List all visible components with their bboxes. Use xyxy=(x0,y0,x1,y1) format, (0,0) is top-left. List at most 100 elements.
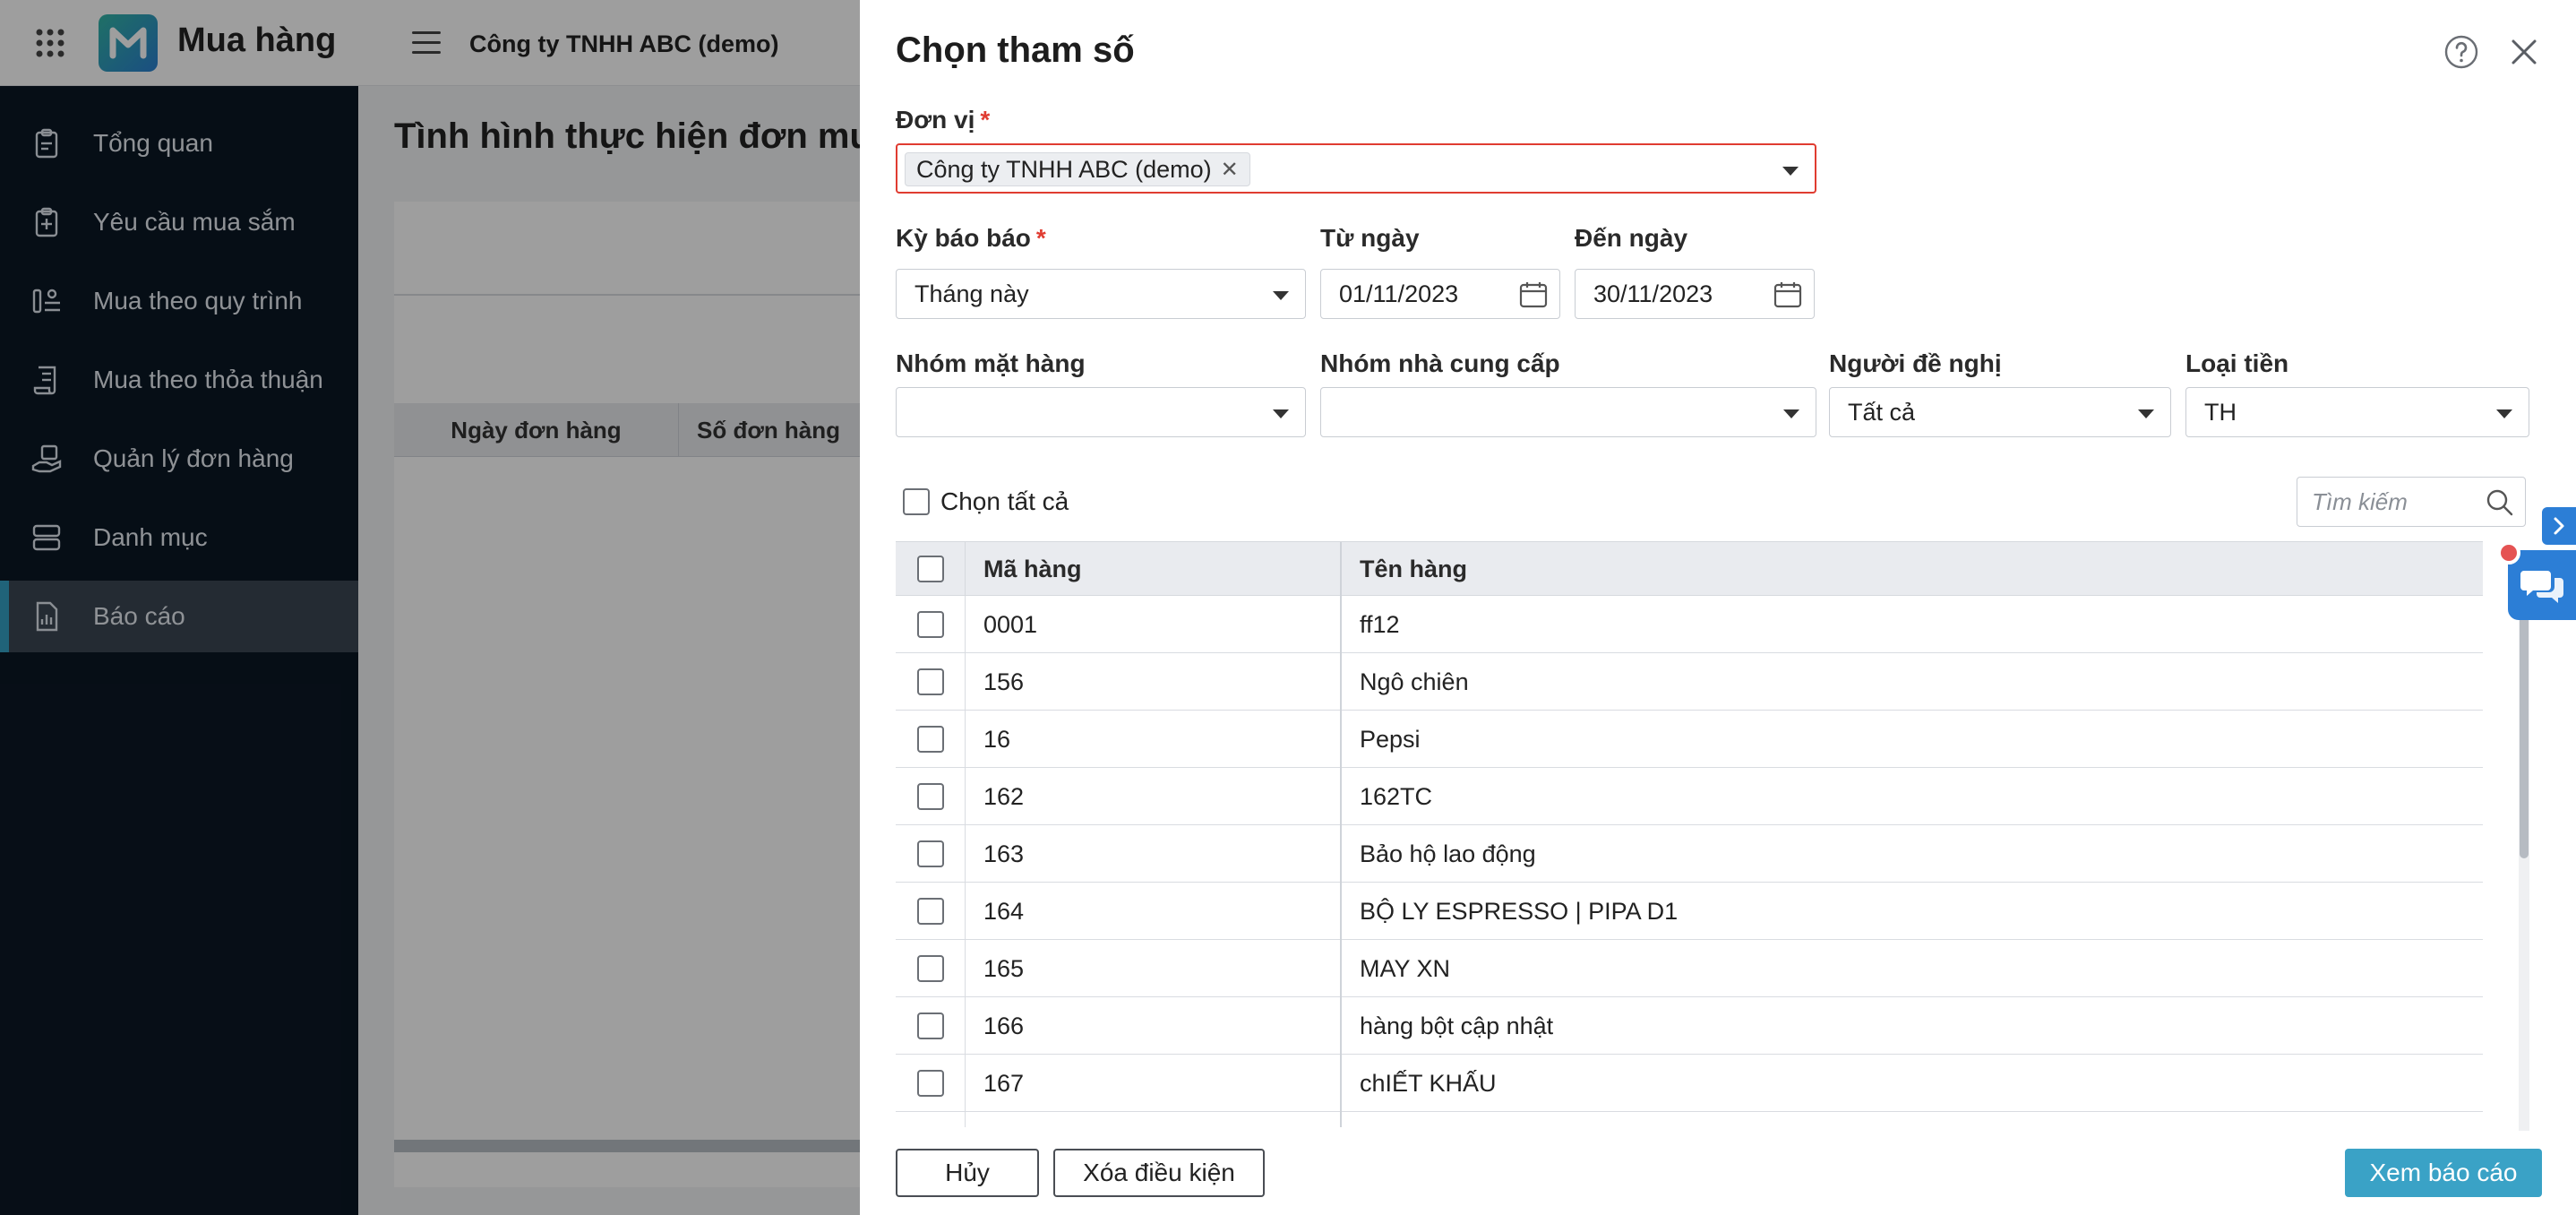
dropdown-caret-icon[interactable] xyxy=(1783,409,1799,418)
row-checkbox-cell xyxy=(896,596,966,653)
item-code: 162 xyxy=(966,768,1342,825)
currency-select[interactable]: TH xyxy=(2185,387,2529,437)
row-checkbox[interactable] xyxy=(916,840,944,867)
item-table: Mã hàng Tên hàng 0001 ff12 156 Ngô chiên 1… xyxy=(896,541,2483,1127)
close-icon[interactable] xyxy=(2506,34,2542,70)
to-date-value: 30/11/2023 xyxy=(1593,280,1713,307)
row-checkbox-cell xyxy=(896,883,966,940)
chat-button[interactable] xyxy=(2508,550,2576,620)
item-code: 0001 xyxy=(966,596,1342,653)
period-select[interactable]: Tháng này xyxy=(896,269,1306,319)
table-row[interactable]: 166 hàng bột cập nhật xyxy=(896,997,2483,1055)
supplier-group-label: Nhóm nhà cung cấp xyxy=(1320,349,1560,377)
select-all-checkbox[interactable] xyxy=(903,488,930,515)
requester-select[interactable]: Tất cả xyxy=(1829,387,2171,437)
column-header-code[interactable]: Mã hàng xyxy=(966,542,1342,596)
row-checkbox-cell xyxy=(896,711,966,768)
required-mark: * xyxy=(980,106,991,134)
unit-label-text: Đơn vị xyxy=(896,106,975,134)
header-checkbox-cell xyxy=(896,542,966,596)
table-row[interactable] xyxy=(896,1112,2483,1127)
dropdown-caret-icon[interactable] xyxy=(1273,291,1289,300)
calendar-icon[interactable] xyxy=(1773,280,1803,309)
row-checkbox-cell xyxy=(896,940,966,997)
item-code: 156 xyxy=(966,653,1342,711)
column-header-name[interactable]: Tên hàng xyxy=(1342,542,2470,596)
help-icon[interactable] xyxy=(2443,34,2479,70)
row-checkbox-cell xyxy=(896,997,966,1055)
item-name: 162TC xyxy=(1360,782,1433,810)
item-name: ff12 xyxy=(1360,610,1400,638)
select-all[interactable]: Chọn tất cả xyxy=(903,487,1069,516)
row-checkbox-cell xyxy=(896,825,966,883)
row-checkbox[interactable] xyxy=(916,611,944,638)
row-checkbox-cell xyxy=(896,768,966,825)
dropdown-caret-icon[interactable] xyxy=(1273,409,1289,418)
item-name xyxy=(1342,1112,2470,1127)
to-date-field[interactable]: 30/11/2023 xyxy=(1575,269,1815,319)
required-mark: * xyxy=(1035,224,1046,252)
row-checkbox[interactable] xyxy=(916,1012,944,1039)
item-name: hàng bột cập nhật xyxy=(1360,1012,1554,1039)
row-checkbox-cell xyxy=(896,1055,966,1112)
clear-conditions-button[interactable]: Xóa điều kiện xyxy=(1053,1149,1265,1197)
table-row[interactable]: 167 chIẾT KHẤU xyxy=(896,1055,2483,1112)
expand-panel-icon[interactable] xyxy=(2542,507,2576,545)
row-checkbox[interactable] xyxy=(916,898,944,925)
scrollbar-thumb[interactable] xyxy=(2520,599,2529,858)
row-checkbox[interactable] xyxy=(916,955,944,982)
item-code: 164 xyxy=(966,883,1342,940)
vertical-scrollbar[interactable] xyxy=(2519,599,2529,1131)
unit-label: Đơn vị * xyxy=(896,106,990,134)
item-code: 163 xyxy=(966,825,1342,883)
table-row[interactable]: 162 162TC xyxy=(896,768,2483,825)
search-box[interactable] xyxy=(2297,477,2526,527)
calendar-icon[interactable] xyxy=(1518,280,1549,309)
item-name: Bảo hộ lao động xyxy=(1360,840,1536,867)
header-checkbox[interactable] xyxy=(916,556,944,582)
search-input[interactable] xyxy=(2312,487,2473,517)
item-code: 166 xyxy=(966,997,1342,1055)
period-label-text: Kỳ báo báo xyxy=(896,224,1031,252)
item-code xyxy=(966,1112,1342,1127)
item-name: Pepsi xyxy=(1360,725,1421,753)
row-checkbox[interactable] xyxy=(916,668,944,695)
selected-unit-chip: Công ty TNHH ABC (demo) ✕ xyxy=(905,152,1250,186)
table-row[interactable]: 156 Ngô chiên xyxy=(896,653,2483,711)
chip-remove-icon[interactable]: ✕ xyxy=(1221,157,1239,183)
to-date-label: Đến ngày xyxy=(1575,224,1688,252)
item-group-label: Nhóm mặt hàng xyxy=(896,349,1086,377)
from-date-label: Từ ngày xyxy=(1320,224,1420,252)
row-checkbox[interactable] xyxy=(916,783,944,810)
dropdown-caret-icon[interactable] xyxy=(2496,409,2512,418)
item-group-select[interactable] xyxy=(896,387,1306,437)
requester-value: Tất cả xyxy=(1848,398,1916,426)
dropdown-caret-icon[interactable] xyxy=(2138,409,2154,418)
item-name: chIẾT KHẤU xyxy=(1360,1069,1497,1097)
table-body: 0001 ff12 156 Ngô chiên 16 Pepsi 162 162TC 1… xyxy=(896,596,2483,1127)
dropdown-caret-icon[interactable] xyxy=(1782,167,1799,176)
table-row[interactable]: 165 MAY XN xyxy=(896,940,2483,997)
row-checkbox-cell xyxy=(896,1112,966,1127)
table-row[interactable]: 163 Bảo hộ lao động xyxy=(896,825,2483,883)
currency-value: TH xyxy=(2204,398,2237,426)
row-checkbox[interactable] xyxy=(916,726,944,753)
unit-select[interactable]: Công ty TNHH ABC (demo) ✕ xyxy=(896,143,1816,194)
supplier-group-select[interactable] xyxy=(1320,387,1816,437)
chat-icon xyxy=(2520,571,2563,603)
view-report-button[interactable]: Xem báo cáo xyxy=(2345,1149,2542,1197)
item-name: Ngô chiên xyxy=(1360,668,1469,695)
period-value: Tháng này xyxy=(914,280,1029,307)
from-date-field[interactable]: 01/11/2023 xyxy=(1320,269,1560,319)
dialog-title: Chọn tham số xyxy=(896,30,1135,70)
table-row[interactable]: 16 Pepsi xyxy=(896,711,2483,768)
cancel-button[interactable]: Hủy xyxy=(896,1149,1039,1197)
notification-dot xyxy=(2497,541,2520,564)
item-code: 167 xyxy=(966,1055,1342,1112)
table-row[interactable]: 0001 ff12 xyxy=(896,596,2483,653)
select-all-label: Chọn tất cả xyxy=(940,487,1069,515)
search-icon[interactable] xyxy=(2486,488,2514,517)
table-row[interactable]: 164 BỘ LY ESPRESSO | PIPA D1 xyxy=(896,883,2483,940)
row-checkbox[interactable] xyxy=(916,1070,944,1097)
parameter-dialog: Chọn tham số Đơn vị * Công ty TNHH ABC (d… xyxy=(860,0,2576,1215)
